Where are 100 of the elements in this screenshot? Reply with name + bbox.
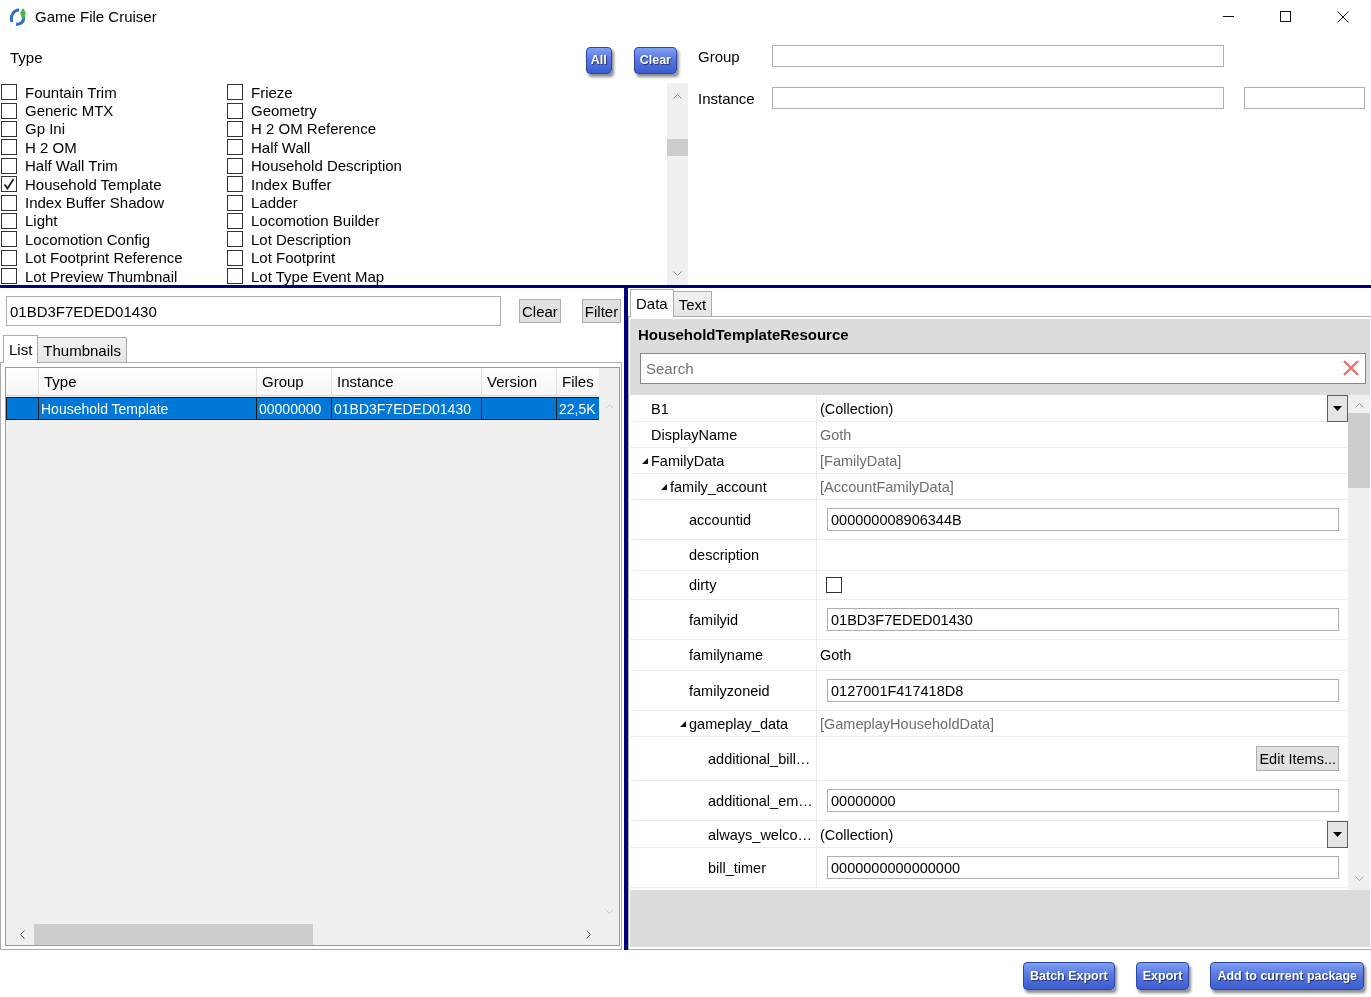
checkbox[interactable] [1,139,17,156]
property-name: familyzoneid [689,682,770,699]
checkbox-label[interactable]: Lot Footprint Reference [25,249,183,267]
checkbox[interactable] [227,268,243,285]
value-field[interactable]: 0000000000000000 [827,856,1339,879]
dropdown-button[interactable] [1327,395,1348,422]
chevron-right-icon[interactable] [586,930,591,939]
column-header[interactable]: Instance [332,368,482,395]
checkbox-label[interactable]: H 2 OM [25,138,77,156]
checkbox[interactable] [227,194,243,211]
checkbox-label[interactable]: Index Buffer Shadow [25,194,164,212]
checkbox[interactable] [227,139,243,156]
tab[interactable]: Data [630,289,674,317]
checkbox[interactable] [227,231,243,248]
checkbox[interactable] [1,84,17,101]
property-name: gameplay_data [689,715,789,732]
property-name: DisplayName [651,426,738,443]
checkbox[interactable] [1,102,17,119]
checkbox-label[interactable]: Lot Type Event Map [251,267,385,285]
all-button[interactable]: All [585,46,612,74]
checkbox-label[interactable]: Fountain Trim [25,83,117,101]
group-field[interactable] [772,45,1224,67]
expanded-triangle-icon[interactable] [680,720,686,727]
checkbox-label[interactable]: Generic MTX [25,102,114,120]
checkbox-label[interactable]: Locomotion Builder [251,212,380,230]
checkbox-label[interactable]: Index Buffer [251,175,332,193]
expanded-triangle-icon[interactable] [661,483,667,490]
checkbox[interactable] [227,212,243,229]
checkbox[interactable] [227,102,243,119]
checkbox[interactable] [227,157,243,174]
checkbox-label[interactable]: Half Wall [251,138,311,156]
add-to-package-button[interactable]: Add to current package [1210,962,1364,990]
dropdown-button[interactable] [1327,821,1348,848]
checkbox-label[interactable]: H 2 OM Reference [251,120,377,138]
checkbox-label[interactable]: Geometry [251,102,317,120]
edit-items-button[interactable]: Edit Items... [1256,746,1339,771]
checkbox[interactable] [1,231,17,248]
checkbox[interactable] [1,120,17,137]
filter-button[interactable]: Filter [581,299,622,323]
chevron-down-icon[interactable] [673,271,682,276]
checkbox-label[interactable]: Ladder [251,194,298,212]
checkbox-label[interactable]: Household Description [251,157,402,175]
app-logo-icon [9,6,29,27]
property-name: always_welco… [708,826,812,843]
tab[interactable]: Thumbnails [37,337,127,362]
expanded-triangle-icon[interactable] [642,457,648,464]
checkbox[interactable] [227,176,243,193]
checkbox-label[interactable]: Household Template [25,175,162,193]
column-header[interactable]: Version [482,368,557,395]
checkbox-label[interactable]: Half Wall Trim [25,157,118,175]
checkbox[interactable] [1,194,17,211]
column-header[interactable]: Files [557,368,599,395]
property-value: Goth [820,647,852,663]
checkbox-label[interactable]: Lot Footprint [251,249,336,267]
column-header[interactable]: Group [257,368,332,395]
clear-icon[interactable] [1342,359,1360,377]
checkbox[interactable] [1,212,17,229]
checkbox[interactable] [1,268,17,285]
checkbox[interactable] [826,577,842,593]
checkbox-label[interactable]: Light [25,212,58,230]
clear-button[interactable]: Clear [519,299,561,323]
batch-export-button[interactable]: Batch Export [1023,962,1115,990]
checkbox[interactable] [227,84,243,101]
value-field[interactable]: 000000008906344B [827,508,1339,531]
property-name: B1 [651,400,669,417]
property-value: [AccountFamilyData] [820,478,954,495]
value-field[interactable]: 0127001F417418D8 [827,679,1339,702]
checkbox-label[interactable]: Locomotion Config [25,230,151,248]
chevron-left-icon[interactable] [20,930,25,939]
checkbox[interactable] [1,157,17,174]
checkbox[interactable] [227,120,243,137]
checkbox-label[interactable]: Lot Description [251,230,352,248]
search-field[interactable]: Search [640,353,1366,384]
chevron-up-icon[interactable] [673,94,682,99]
table-cell: Household Template [39,397,257,420]
value-field[interactable]: 01BD3F7EDED01430 [827,608,1339,631]
column-header[interactable]: Type [39,368,257,395]
scrollbar-thumb[interactable] [667,139,688,156]
input-field[interactable] [1244,87,1365,109]
tab[interactable]: List [3,335,39,363]
value-field[interactable]: 00000000 [827,789,1339,812]
checkbox-label[interactable]: Gp Ini [25,120,66,138]
export-button[interactable]: Export [1135,962,1190,990]
checkbox-label[interactable]: Lot Preview Thumbnail [25,267,178,285]
property-name: familyname [689,647,764,663]
checkmark-icon [3,178,15,191]
clear-button[interactable]: Clear [633,46,677,74]
instance-field[interactable] [772,87,1224,109]
instance-label: Instance [698,89,756,107]
filter-field[interactable]: 01BD3F7EDED01430 [6,296,501,326]
checkbox-label[interactable]: Frieze [251,83,293,101]
tab[interactable]: Text [672,291,713,316]
scrollbar-thumb[interactable] [1348,413,1370,488]
checkbox[interactable] [1,249,17,266]
vertical-scrollbar[interactable] [667,83,688,285]
checkbox[interactable] [1,176,17,193]
scrollbar-thumb[interactable] [34,924,313,945]
table-row[interactable]: Household Template 00000000 01BD3F7EDED01430 22,5K [6,397,599,420]
checkbox[interactable] [227,249,243,266]
vertical-scrollbar[interactable] [1348,395,1370,890]
